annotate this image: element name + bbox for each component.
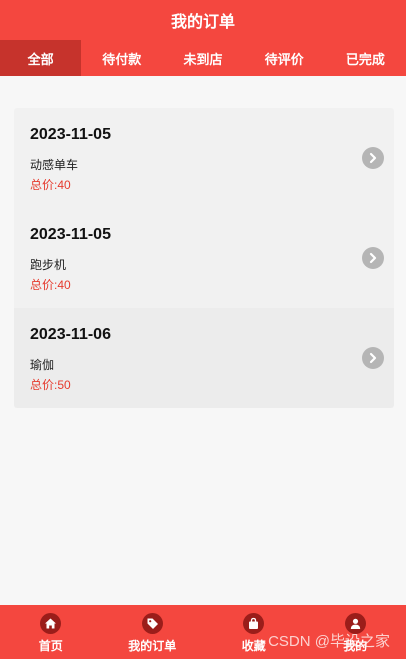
chevron-right-icon[interactable] <box>362 247 384 269</box>
home-icon <box>40 612 62 634</box>
tab-pending-payment[interactable]: 待付款 <box>81 40 162 76</box>
order-item[interactable]: 2023-11-06 瑜伽 总价:50 <box>14 308 394 408</box>
chevron-right-icon[interactable] <box>362 347 384 369</box>
order-name: 动感单车 <box>30 158 79 172</box>
order-name: 跑步机 <box>30 258 67 272</box>
tab-all[interactable]: 全部 <box>0 40 82 76</box>
order-total: 总价:50 <box>30 378 71 392</box>
app-header: 我的订单 <box>0 0 406 40</box>
chevron-right-icon[interactable] <box>362 147 384 169</box>
order-item[interactable]: 2023-11-05 跑步机 总价:40 <box>14 208 394 308</box>
order-name: 瑜伽 <box>30 358 55 372</box>
bottom-nav: 首页 我的订单 收藏 我的 <box>0 605 406 659</box>
nav-profile[interactable]: 我的 <box>305 605 406 659</box>
nav-home[interactable]: 首页 <box>0 605 102 659</box>
page-title: 我的订单 <box>170 14 235 31</box>
user-icon <box>344 612 366 634</box>
tab-not-arrived[interactable]: 未到店 <box>162 40 243 76</box>
order-date: 2023-11-05 <box>30 126 111 143</box>
order-status-tabs: 全部 待付款 未到店 待评价 已完成 <box>0 40 406 76</box>
order-item[interactable]: 2023-11-05 动感单车 总价:40 <box>14 108 394 208</box>
tag-icon <box>141 612 163 634</box>
order-total: 总价:40 <box>30 278 71 292</box>
order-total: 总价:40 <box>30 178 71 192</box>
bag-icon <box>243 612 265 634</box>
order-date: 2023-11-05 <box>30 226 111 243</box>
nav-my-orders[interactable]: 我的订单 <box>102 605 204 659</box>
nav-favorites[interactable]: 收藏 <box>203 605 305 659</box>
tab-pending-review[interactable]: 待评价 <box>244 40 325 76</box>
order-date: 2023-11-06 <box>30 326 111 343</box>
tab-completed[interactable]: 已完成 <box>325 40 406 76</box>
order-list: 2023-11-05 动感单车 总价:40 2023-11-05 跑步机 总价:… <box>14 108 394 408</box>
